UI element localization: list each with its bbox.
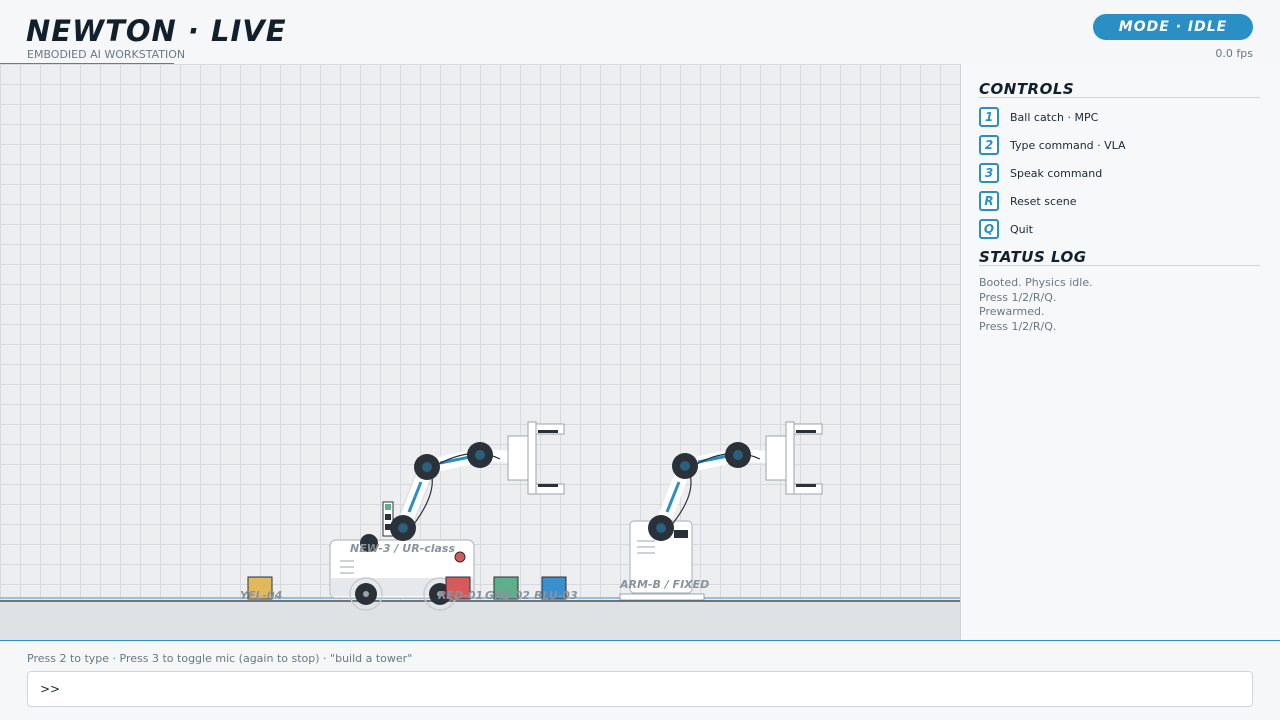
command-input-box[interactable]: >> [27, 671, 1253, 707]
key-1-badge[interactable]: 1 [979, 107, 999, 127]
bottom-divider [0, 640, 1280, 641]
log-line: Prewarmed. [979, 305, 1045, 318]
mode-badge: MODE · IDLE [1093, 14, 1253, 40]
control-label: Quit [1010, 222, 1033, 236]
app-title: NEWTON · LIVE [26, 14, 287, 48]
key-3-badge[interactable]: 3 [979, 163, 999, 183]
floor [0, 600, 960, 640]
status-log-title: STATUS LOG [979, 248, 1087, 266]
block-yellow-label: YEL-04 [240, 589, 282, 602]
status-log: Booted. Physics idle. Press 1/2/R/Q. Pre… [979, 276, 1093, 334]
prompt-symbol: >> [40, 682, 61, 696]
block-blue-label: BLU-03 [534, 589, 578, 602]
block-red-label: RED-01 [438, 589, 483, 602]
side-panel: CONTROLS 1 Ball catch · MPC 2 Type comma… [961, 64, 1280, 640]
fixed-arm-label: ARM-B / FIXED [619, 578, 709, 591]
fixed-arm[interactable] [619, 421, 823, 601]
control-quit[interactable]: Q Quit [979, 218, 1033, 240]
control-reset-scene[interactable]: R Reset scene [979, 190, 1077, 212]
control-label: Reset scene [1010, 194, 1077, 208]
control-ball-catch[interactable]: 1 Ball catch · MPC [979, 106, 1098, 128]
command-input[interactable] [66, 681, 1251, 697]
fps-readout: 0.0 fps [1215, 47, 1253, 60]
log-line: Press 1/2/R/Q. [979, 319, 1057, 333]
command-hint: Press 2 to type · Press 3 to toggle mic … [27, 652, 413, 665]
control-label: Type command · VLA [1010, 138, 1126, 152]
log-line: Booted. Physics idle. [979, 276, 1093, 289]
controls-title: CONTROLS [979, 80, 1075, 98]
control-label: Speak command [1010, 166, 1103, 180]
key-r-badge[interactable]: R [979, 191, 999, 211]
simulation-viewport[interactable]: NEW-3 / UR-class ARM-B / FIXED YEL-04 RE… [0, 64, 961, 640]
controls-rule [979, 97, 1260, 98]
mobile-robot-label: NEW-3 / UR-class [350, 542, 455, 555]
block-green-label: GRE-02 [485, 589, 530, 602]
app-subtitle: EMBODIED AI WORKSTATION [27, 48, 186, 61]
control-speak-command[interactable]: 3 Speak command [979, 162, 1102, 184]
key-q-badge[interactable]: Q [979, 219, 999, 239]
key-2-badge[interactable]: 2 [979, 135, 999, 155]
status-log-rule [979, 265, 1260, 266]
control-label: Ball catch · MPC [1010, 110, 1099, 124]
log-line: Press 1/2/R/Q. [979, 290, 1057, 304]
control-type-command[interactable]: 2 Type command · VLA [979, 134, 1126, 156]
scene-canvas: NEW-3 / UR-class ARM-B / FIXED YEL-04 RE… [0, 421, 960, 640]
mobile-robot-arm[interactable] [390, 421, 565, 541]
